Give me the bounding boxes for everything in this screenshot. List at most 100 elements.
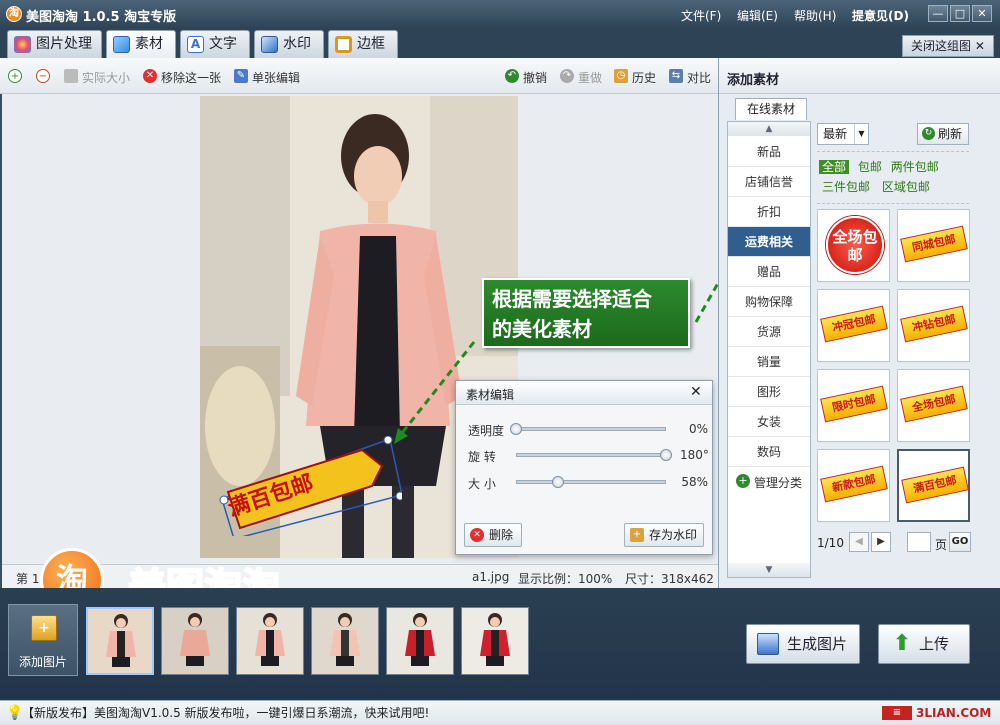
material-thumbnail[interactable]: 冲冠包邮 bbox=[817, 289, 890, 362]
tab-image-processing[interactable]: 图片处理 bbox=[7, 30, 102, 58]
close-window-icon[interactable]: ✕ bbox=[972, 5, 992, 22]
menu-edit[interactable]: 编辑(E) bbox=[737, 7, 778, 24]
zoom-ratio: 显示比例：100% bbox=[518, 572, 613, 586]
rotate-label: 旋 转 bbox=[468, 450, 496, 464]
zoom-in-icon: + bbox=[8, 69, 22, 83]
tag-all[interactable]: 全部 bbox=[819, 160, 850, 174]
menu-feedback[interactable]: 提意见(D) bbox=[852, 7, 909, 24]
tab-online-materials[interactable]: 在线素材 bbox=[735, 98, 807, 120]
tab-text[interactable]: A 文字 bbox=[180, 30, 250, 58]
tab-frame[interactable]: 边框 bbox=[328, 30, 398, 58]
tab-watermark[interactable]: 水印 bbox=[254, 30, 324, 58]
file-name: a1.jpg bbox=[472, 570, 510, 584]
material-label: 新款包邮 bbox=[820, 465, 888, 503]
page-input[interactable] bbox=[907, 532, 931, 552]
palette-icon bbox=[14, 36, 31, 53]
photo-thumbnail[interactable] bbox=[236, 607, 304, 675]
single-edit-button[interactable]: ✎ 单张编辑 bbox=[234, 69, 300, 86]
material-label: 全场包邮 bbox=[900, 385, 968, 423]
scroll-up-icon[interactable]: ▲ bbox=[728, 122, 810, 136]
photo-thumbnail[interactable] bbox=[461, 607, 529, 675]
material-label: 限时包邮 bbox=[820, 385, 888, 423]
category-item[interactable]: 赠品 bbox=[728, 257, 810, 287]
material-thumbnail[interactable]: 限时包邮 bbox=[817, 369, 890, 442]
generate-image-label: 生成图片 bbox=[787, 635, 848, 653]
prev-page-icon[interactable]: ◀ bbox=[849, 532, 869, 552]
size-knob[interactable] bbox=[552, 476, 564, 488]
refresh-button[interactable]: ↻ 刷新 bbox=[917, 123, 969, 145]
material-thumbnail[interactable]: 满百包邮 bbox=[897, 449, 970, 522]
material-thumbnail[interactable]: 全场包邮 bbox=[897, 369, 970, 442]
photo-thumbnail[interactable] bbox=[86, 607, 154, 675]
material-thumbnail[interactable]: 新款包邮 bbox=[817, 449, 890, 522]
ticker-text: 【新版发布】美图淘淘V1.0.5 新版发布啦，一键引爆日系潮流，快来试用吧! bbox=[22, 706, 430, 720]
tag-free-shipping[interactable]: 包邮 bbox=[858, 160, 882, 174]
undo-button[interactable]: ↶ 撤销 bbox=[505, 69, 547, 86]
next-page-icon[interactable]: ▶ bbox=[871, 532, 891, 552]
category-item[interactable]: 店铺信誉 bbox=[728, 167, 810, 197]
close-group-button[interactable]: 关闭这组图 ✕ bbox=[902, 35, 994, 57]
generate-image-button[interactable]: 生成图片 bbox=[746, 624, 860, 664]
tab-bar: 图片处理 素材 A 文字 水印 边框 关闭这组图 ✕ bbox=[0, 28, 1000, 58]
tab-materials[interactable]: 素材 bbox=[106, 30, 176, 58]
title-bar: 淘 美图淘淘 1.0.5 淘宝专版 文件(F) 编辑(E) 帮助(H) 提意见(… bbox=[0, 0, 1000, 28]
sort-dropdown[interactable]: 最新 ▼ bbox=[817, 123, 869, 145]
opacity-knob[interactable] bbox=[510, 423, 522, 435]
tag-region-free-shipping[interactable]: 区域包邮 bbox=[882, 180, 930, 194]
category-item[interactable]: 运费相关 bbox=[728, 227, 810, 257]
actual-size-label: 实际大小 bbox=[82, 71, 131, 85]
scroll-down-icon[interactable]: ▼ bbox=[728, 563, 810, 577]
restore-window-icon[interactable]: — bbox=[928, 5, 948, 22]
tag-two-free-shipping[interactable]: 两件包邮 bbox=[891, 160, 939, 174]
material-thumbnail[interactable]: 全场包邮 bbox=[817, 209, 890, 282]
opacity-slider[interactable] bbox=[516, 427, 666, 431]
close-icon: ✕ bbox=[974, 39, 985, 53]
delete-material-button[interactable]: ✕ 删除 bbox=[464, 523, 522, 547]
material-thumbnail[interactable]: 同城包邮 bbox=[897, 209, 970, 282]
photo-thumbnail[interactable] bbox=[311, 607, 379, 675]
category-item[interactable]: 数码 bbox=[728, 437, 810, 467]
category-item[interactable]: 折扣 bbox=[728, 197, 810, 227]
news-ticker[interactable]: 💡 【新版发布】美图淘淘V1.0.5 新版发布啦，一键引爆日系潮流，快来试用吧!… bbox=[0, 700, 1000, 725]
menu-help[interactable]: 帮助(H) bbox=[794, 7, 836, 24]
selected-sticker[interactable]: 满百包邮 bbox=[212, 435, 405, 540]
add-image-button[interactable]: + 添加图片 bbox=[8, 604, 78, 676]
category-item[interactable]: 新品 bbox=[728, 137, 810, 167]
size-slider[interactable] bbox=[516, 480, 666, 484]
close-icon[interactable]: ✕ bbox=[690, 384, 702, 400]
tag-three-free-shipping[interactable]: 三件包邮 bbox=[822, 180, 870, 194]
refresh-icon: ↻ bbox=[922, 127, 935, 140]
save-as-watermark-button[interactable]: + 存为水印 bbox=[624, 523, 704, 547]
redo-button[interactable]: ↷ 重做 bbox=[560, 69, 602, 86]
rotate-knob[interactable] bbox=[660, 449, 672, 461]
material-thumbnail[interactable]: 冲钻包邮 bbox=[897, 289, 970, 362]
photo-thumbnail[interactable] bbox=[161, 607, 229, 675]
single-edit-label: 单张编辑 bbox=[252, 71, 301, 85]
image-size: 尺寸：318x462 bbox=[625, 572, 714, 586]
pager-text: 1/10 bbox=[817, 536, 844, 550]
watermark-icon bbox=[261, 36, 278, 53]
go-button[interactable]: GO bbox=[949, 532, 971, 552]
divider bbox=[817, 151, 969, 152]
remove-one-button[interactable]: ✕ 移除这一张 bbox=[143, 69, 221, 86]
category-item[interactable]: 销量 bbox=[728, 347, 810, 377]
tab-label: 文字 bbox=[209, 36, 237, 52]
manage-categories-button[interactable]: + 管理分类 bbox=[736, 474, 802, 491]
size-label: 大 小 bbox=[468, 477, 496, 491]
maximize-window-icon[interactable]: □ bbox=[950, 5, 970, 22]
upload-button[interactable]: ⬆ 上传 bbox=[878, 624, 970, 664]
category-item[interactable]: 货源 bbox=[728, 317, 810, 347]
category-item[interactable]: 女装 bbox=[728, 407, 810, 437]
add-folder-icon: + bbox=[31, 615, 57, 641]
actual-size-button[interactable]: 实际大小 bbox=[64, 69, 130, 86]
category-item[interactable]: 购物保障 bbox=[728, 287, 810, 317]
compare-label: 对比 bbox=[687, 71, 712, 85]
menu-file[interactable]: 文件(F) bbox=[681, 7, 721, 24]
material-label: 冲钻包邮 bbox=[900, 305, 968, 343]
category-item[interactable]: 图形 bbox=[728, 377, 810, 407]
photo-thumbnail[interactable] bbox=[386, 607, 454, 675]
compare-button[interactable]: ⇆ 对比 bbox=[669, 69, 711, 86]
material-label: 全场包邮 bbox=[826, 216, 884, 274]
rotate-slider[interactable] bbox=[516, 453, 666, 457]
history-button[interactable]: ◷ 历史 bbox=[614, 69, 656, 86]
